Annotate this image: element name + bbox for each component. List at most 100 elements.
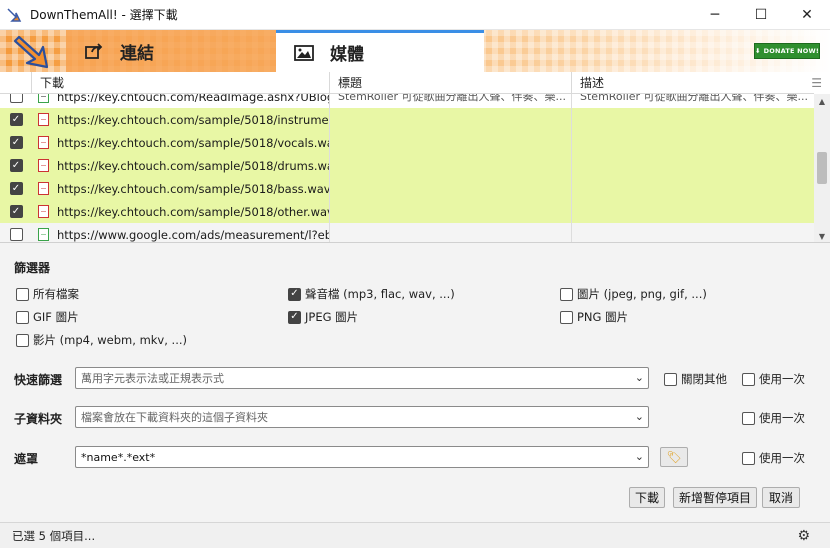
filter-png[interactable]: PNG 圖片 (560, 309, 628, 325)
minimize-button[interactable]: ─ (692, 0, 738, 30)
quick-filter-placeholder: 萬用字元表示法或正規表示式 (81, 372, 224, 385)
chevron-down-icon[interactable]: ⌄ (635, 371, 644, 384)
chevron-down-icon[interactable]: ⌄ (635, 410, 644, 423)
audio-file-icon (38, 182, 49, 195)
mask-value: *name*.*ext* (81, 450, 156, 464)
checkbox[interactable] (742, 372, 755, 386)
title-bar: DownThemAll! - 選擇下載 ─ ☐ ✕ (0, 0, 830, 30)
filter-all-files[interactable]: 所有檔案 (16, 286, 79, 302)
mask-tags-button[interactable]: 🏷 (660, 447, 688, 467)
checkbox[interactable] (560, 310, 573, 324)
close-button[interactable]: ✕ (784, 0, 830, 30)
filter-label: 影片 (mp4, webm, mkv, ...) (33, 333, 187, 347)
download-arrow-icon: ⬇ (755, 47, 761, 55)
checkbox[interactable] (16, 287, 29, 301)
filter-label: PNG 圖片 (577, 310, 629, 324)
row-checkbox[interactable]: ✓ (9, 159, 23, 172)
row-checkbox[interactable]: ✓ (9, 136, 23, 149)
scrollbar-thumb[interactable] (817, 152, 827, 184)
subfolder-input[interactable]: 檔案會放在下載資料夾的這個子資料夾 ⌄ (75, 406, 649, 428)
donate-label: DONATE NOW! (763, 47, 819, 55)
table-row[interactable]: https://key.chtouch.com/ReadImage.ashx?U… (0, 94, 814, 108)
row-description (572, 131, 814, 154)
checkbox-label: 使用一次 (759, 411, 805, 425)
table-header: 下載 標題 描述 ☰ (0, 72, 822, 94)
column-download[interactable]: 下載 (32, 72, 330, 94)
filter-gif[interactable]: GIF 圖片 (16, 309, 79, 325)
chevron-down-icon[interactable]: ⌄ (635, 450, 644, 463)
select-all-header[interactable] (0, 72, 32, 94)
table-row[interactable]: ✓ https://key.chtouch.com/sample/5018/ot… (0, 200, 814, 223)
share-arrow-icon (84, 41, 104, 61)
scroll-up-arrow-icon[interactable]: ▲ (814, 94, 830, 108)
mask-use-once[interactable]: 使用一次 (742, 450, 805, 466)
filter-video[interactable]: 影片 (mp4, webm, mkv, ...) (16, 332, 187, 348)
mask-input[interactable]: *name*.*ext* ⌄ (75, 446, 649, 468)
column-description-label: 描述 (580, 76, 605, 90)
table-row[interactable]: ✓ https://key.chtouch.com/sample/5018/vo… (0, 131, 814, 154)
checkbox[interactable] (560, 287, 573, 301)
row-checkbox[interactable] (9, 228, 23, 241)
subfolder-placeholder: 檔案會放在下載資料夾的這個子資料夾 (81, 411, 268, 424)
table-scrollbar[interactable]: ▲ ▼ (814, 94, 830, 242)
checkbox[interactable]: ✓ (288, 287, 301, 301)
column-menu-icon[interactable]: ☰ (811, 72, 822, 94)
quick-filter-use-once[interactable]: 使用一次 (742, 371, 805, 387)
quick-filter-label: 快速篩選 (14, 373, 63, 387)
row-url: https://key.chtouch.com/ReadImage.ashx?U… (57, 94, 330, 104)
add-paused-button[interactable]: 新增暫停項目 (673, 487, 757, 508)
table-row[interactable]: ✓ https://key.chtouch.com/sample/5018/dr… (0, 154, 814, 177)
maximize-button[interactable]: ☐ (738, 0, 784, 30)
row-url: https://key.chtouch.com/sample/5018/othe… (57, 204, 330, 219)
row-description (572, 108, 814, 131)
table-row[interactable]: https://www.google.com/ads/measurement/l… (0, 223, 814, 242)
checkbox[interactable] (742, 451, 755, 465)
row-url: https://key.chtouch.com/sample/5018/inst… (57, 112, 329, 127)
checkbox[interactable] (664, 372, 677, 386)
header-bar: 連結 媒體 ⬇ DONATE NOW! (0, 30, 830, 72)
cancel-button[interactable]: 取消 (762, 487, 800, 508)
checkbox[interactable] (16, 333, 29, 347)
donate-button[interactable]: ⬇ DONATE NOW! (754, 43, 820, 59)
row-url: https://www.google.com/ads/measurement/l… (57, 227, 330, 242)
tab-links[interactable]: 連結 (66, 30, 276, 72)
scroll-down-arrow-icon[interactable]: ▼ (814, 229, 830, 242)
tag-icon: 🏷 (666, 450, 682, 464)
row-title (330, 177, 572, 200)
row-description: StemRoller 可從歌曲分離出人聲、伴奏、樂... (580, 94, 809, 103)
row-checkbox[interactable]: ✓ (9, 182, 23, 195)
row-checkbox[interactable]: ✓ (9, 205, 23, 218)
audio-file-icon (38, 136, 49, 149)
subfolder-use-once[interactable]: 使用一次 (742, 410, 805, 426)
audio-file-icon (38, 205, 49, 218)
filter-images[interactable]: 圖片 (jpeg, png, gif, ...) (560, 286, 707, 302)
window-title: DownThemAll! - 選擇下載 (30, 8, 178, 22)
disable-others-checkbox[interactable]: 關閉其他 (664, 371, 727, 387)
column-title[interactable]: 標題 (330, 72, 572, 94)
document-file-icon (38, 228, 49, 241)
row-checkbox[interactable] (9, 94, 23, 103)
tab-links-label: 連結 (120, 43, 154, 64)
tab-media[interactable]: 媒體 (276, 30, 484, 72)
row-checkbox[interactable]: ✓ (9, 113, 23, 126)
filter-jpeg[interactable]: ✓ JPEG 圖片 (288, 309, 358, 325)
table-row[interactable]: ✓ https://key.chtouch.com/sample/5018/in… (0, 108, 814, 131)
subfolder-label: 子資料夾 (14, 412, 63, 426)
download-button[interactable]: 下載 (629, 487, 665, 508)
checkbox[interactable] (16, 310, 29, 324)
table-row[interactable]: ✓ https://key.chtouch.com/sample/5018/ba… (0, 177, 814, 200)
tab-media-label: 媒體 (330, 45, 364, 65)
checkbox[interactable] (742, 411, 755, 425)
status-text: 已選 5 個項目... (12, 528, 96, 543)
row-title (330, 200, 572, 223)
checkbox[interactable]: ✓ (288, 310, 301, 324)
row-url: https://key.chtouch.com/sample/5018/voca… (57, 135, 330, 150)
column-description[interactable]: 描述 ☰ (572, 72, 822, 94)
filter-audio[interactable]: ✓ 聲音檔 (mp3, flac, wav, ...) (288, 286, 455, 302)
quick-filter-input[interactable]: 萬用字元表示法或正規表示式 ⌄ (75, 367, 649, 389)
download-arrow-logo-icon (13, 35, 49, 69)
gear-icon[interactable]: ⚙ (797, 528, 810, 544)
mask-label: 遮罩 (14, 452, 39, 466)
app-logo-icon (7, 7, 22, 22)
dta-logo (0, 30, 66, 72)
